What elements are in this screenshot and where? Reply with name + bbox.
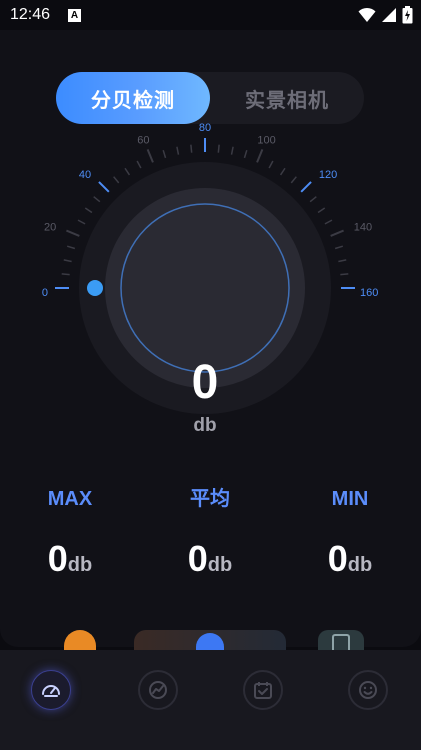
gauge-tick <box>256 149 264 163</box>
smiley-icon <box>359 681 377 699</box>
calendar-check-icon <box>254 682 272 699</box>
gauge-tick <box>217 144 220 153</box>
stat-max-unit: db <box>67 554 93 576</box>
gauge-tick <box>77 219 86 225</box>
gauge-tick <box>340 273 349 276</box>
gauge-tick <box>124 167 131 176</box>
gauge-tick <box>113 176 120 184</box>
gauge-tick <box>330 229 344 237</box>
gauge-tick-label: 80 <box>199 122 211 134</box>
stat-average: 平均 0db <box>150 485 270 581</box>
gauge-tick <box>334 245 344 250</box>
gauge-tick <box>146 149 154 163</box>
notification-icon: A <box>68 8 82 22</box>
gauge-tick <box>290 176 297 184</box>
gauge-tick-label: 0 <box>42 287 48 299</box>
gauge-tick <box>66 245 76 250</box>
tab-profile[interactable] <box>348 670 388 710</box>
gauge-tick <box>176 146 180 155</box>
stat-min-value: 0 <box>327 538 348 579</box>
signal-icon <box>382 8 396 22</box>
gauge-tick-label: 160 <box>360 287 378 299</box>
stat-min: MIN 0db <box>290 485 410 581</box>
gauge-tick <box>162 149 167 159</box>
gauge-tick <box>338 259 347 263</box>
gauge-tick <box>190 144 193 153</box>
stat-max-label: MAX <box>47 488 93 510</box>
tab-trend[interactable] <box>138 670 178 710</box>
gauge-tick-label: 60 <box>137 134 149 146</box>
status-time: 12:46 <box>10 6 51 23</box>
gauge-tick-label: 20 <box>44 221 56 233</box>
gauge-tick <box>61 273 70 276</box>
gauge-reading: 0 <box>191 356 219 409</box>
gauge-indicator-knob <box>87 280 103 296</box>
stat-min-value-wrap: 0db <box>290 537 410 581</box>
stat-average-unit: db <box>207 554 233 576</box>
status-bar: 12:46 A <box>0 0 421 30</box>
battery-icon <box>402 6 413 24</box>
stat-max-value: 0 <box>47 538 68 579</box>
stat-average-value-wrap: 0db <box>150 537 270 581</box>
trend-chart-icon <box>149 681 167 699</box>
gauge-tick <box>268 160 274 169</box>
gauge-tick <box>309 196 317 203</box>
bottom-tab-bar <box>0 650 421 750</box>
speedometer-icon <box>42 685 60 697</box>
stat-max-value-wrap: 0db <box>10 537 130 581</box>
stat-min-unit: db <box>347 554 373 576</box>
gauge-tick <box>279 167 286 176</box>
gauge-unit: db <box>193 415 217 436</box>
gauge-tick <box>300 181 312 193</box>
gauge-tick-label: 100 <box>257 134 275 146</box>
save-icon <box>332 634 350 650</box>
status-icons <box>358 6 413 24</box>
gauge-tick <box>317 207 326 214</box>
gauge-tick <box>93 196 101 203</box>
decibel-gauge: 0 20 40 60 80 100 120 140 160 0 db <box>0 100 421 440</box>
gauge-tick-label: 140 <box>354 221 372 233</box>
gauge-tick <box>230 146 234 155</box>
gauge-tick <box>66 229 80 237</box>
stat-average-label: 平均 <box>190 488 230 510</box>
gauge-tick <box>84 207 93 214</box>
stat-min-label: MIN <box>331 488 369 510</box>
gauge-tick-label: 120 <box>319 169 337 181</box>
gauge-tick-label: 40 <box>79 169 91 181</box>
tab-decibel-meter[interactable] <box>31 670 71 710</box>
gauge-tick <box>136 160 142 169</box>
stat-max: MAX 0db <box>10 485 130 581</box>
stat-average-value: 0 <box>187 538 208 579</box>
wifi-icon <box>358 7 376 22</box>
gauge-tick <box>324 219 333 225</box>
gauge-tick <box>63 259 72 263</box>
tab-records[interactable] <box>243 670 283 710</box>
gauge-tick <box>243 149 248 159</box>
stats-row: MAX 0db 平均 0db MIN 0db <box>0 485 421 585</box>
gauge-tick <box>98 181 110 193</box>
